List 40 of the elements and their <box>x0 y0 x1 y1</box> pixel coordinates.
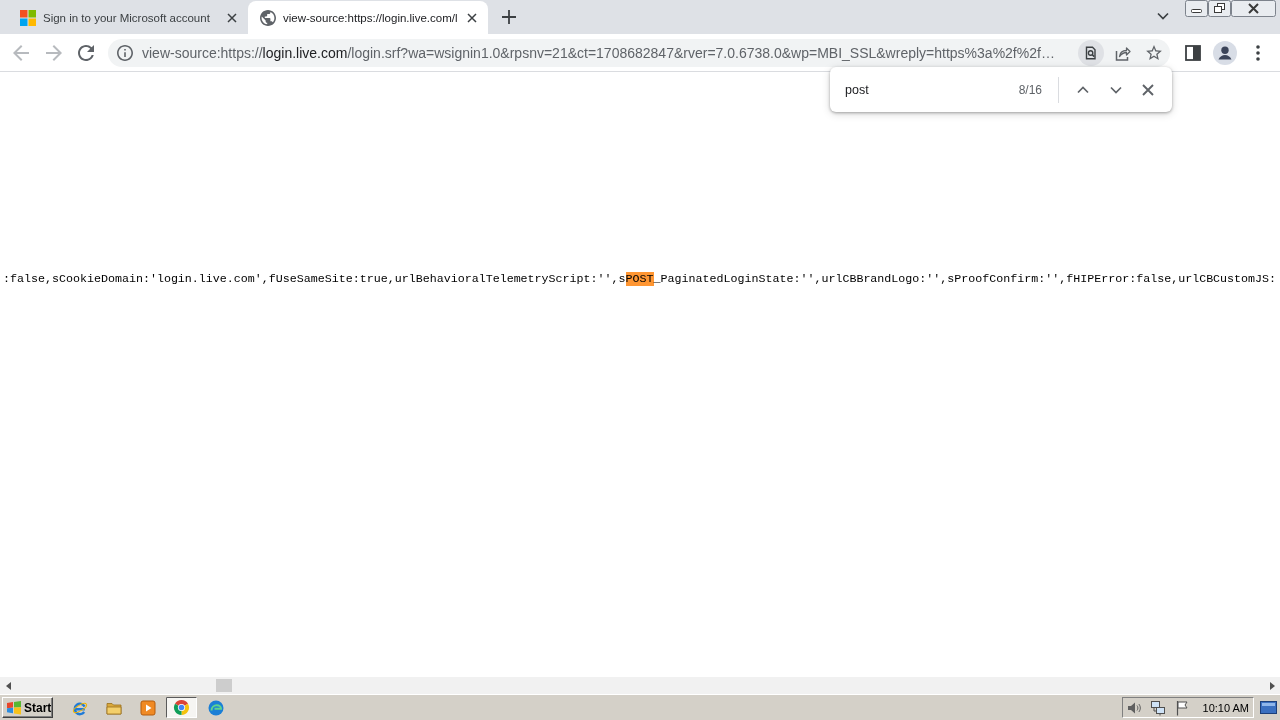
globe-icon <box>260 9 276 26</box>
start-button[interactable]: Start <box>2 697 53 718</box>
swirl-logo-icon[interactable] <box>207 699 224 716</box>
four-squares-icon <box>20 9 36 26</box>
flag-logo-icon <box>6 700 22 715</box>
info-icon[interactable] <box>117 44 133 61</box>
scroll-right-icon[interactable] <box>1270 681 1275 690</box>
find-input[interactable]: post <box>845 79 1009 100</box>
horizontal-scrollbar[interactable] <box>0 677 1280 694</box>
browser-tab[interactable]: Sign in to your Microsoft account <box>8 1 248 34</box>
search-match-highlight: POST <box>625 272 654 286</box>
address-bar[interactable]: view-source:https://login.live.com/login.srf?wa=wsignin1.0&rpsnv=21&ct=1708682847&rver=7.0.6738.0&wp=MBI_SSL&wreply=https%3a%2f%2f… <box>108 38 1170 67</box>
desktop-icon[interactable] <box>1260 701 1277 714</box>
close-icon[interactable] <box>1142 83 1154 96</box>
scroll-left-icon[interactable] <box>6 681 11 690</box>
close-tab-icon[interactable] <box>467 12 477 23</box>
match-count: 8/16 <box>1018 82 1042 97</box>
close-tab-icon[interactable] <box>227 12 237 23</box>
chevron-up-icon[interactable] <box>1077 85 1089 94</box>
search-icon[interactable] <box>1078 39 1104 66</box>
scrollbar-thumb[interactable] <box>216 679 232 692</box>
plus-icon[interactable] <box>502 10 516 24</box>
url-text[interactable]: view-source:https://login.live.com/login.srf?wa=wsignin1.0&rpsnv=21&ct=1708682847&rver=7.0.6738.0&wp=MBI_SSL&wreply=https%3a%2f%2f… <box>142 44 1078 61</box>
browser-tab[interactable]: view-source:https://login.live.com/l <box>248 1 488 34</box>
circle-logo-icon[interactable] <box>166 697 197 718</box>
chevron-down-icon[interactable] <box>1157 12 1169 20</box>
source-code-text: :false,sCookieDomain:'login.live.com',fUseSameSite:true,urlBehavioralTelemetryScript:'',s <box>3 272 626 286</box>
network-icon[interactable] <box>1149 699 1166 716</box>
share-icon[interactable] <box>1114 44 1131 61</box>
chevron-down-icon[interactable] <box>1110 85 1122 94</box>
close-window-icon[interactable] <box>1231 0 1276 17</box>
profile-icon[interactable] <box>1213 40 1237 65</box>
star-icon[interactable] <box>1146 45 1162 60</box>
menu-icon[interactable] <box>1256 44 1260 61</box>
restore-icon[interactable] <box>1208 0 1231 17</box>
side-panel-icon[interactable] <box>1185 44 1201 61</box>
minimize-icon[interactable] <box>1185 0 1208 17</box>
clock-text[interactable]: 10:10 AM <box>1202 701 1250 714</box>
reload-icon[interactable] <box>78 44 94 61</box>
play-icon[interactable] <box>139 699 156 716</box>
